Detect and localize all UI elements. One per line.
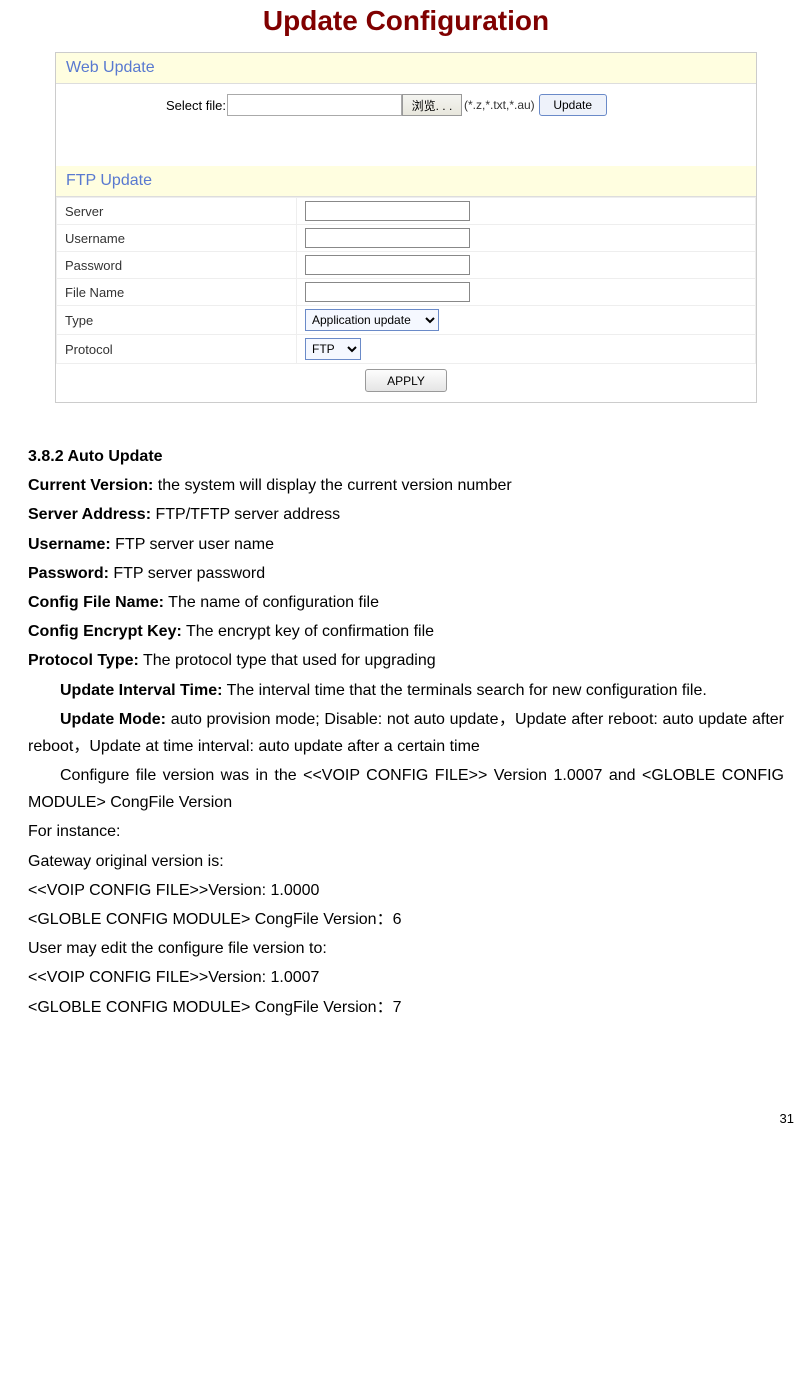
ftp-update-header: FTP Update: [56, 166, 756, 197]
voip-line-1: <<VOIP CONFIG FILE>>Version: 1.0000: [28, 877, 784, 904]
globle-line-1: <GLOBLE CONFIG MODULE> CongFile Version：…: [28, 906, 784, 933]
server-label: Server: [57, 198, 297, 225]
gateway-original-text: Gateway original version is:: [28, 848, 784, 875]
file-types-label: (*.z,*.txt,*.au): [464, 98, 535, 112]
protocol-type-label: Protocol Type:: [28, 652, 139, 669]
config-encrypt-key-label: Config Encrypt Key:: [28, 623, 182, 640]
protocol-label: Protocol: [57, 335, 297, 364]
select-file-label: Select file:: [166, 98, 226, 113]
server-input[interactable]: [305, 201, 470, 221]
ftp-update-table: Server Username Password File Name Type …: [56, 197, 756, 364]
update-mode-label: Update Mode:: [60, 711, 166, 728]
config-encrypt-key-text: The encrypt key of confirmation file: [182, 623, 434, 640]
doc-password-label: Password:: [28, 565, 109, 582]
filename-label: File Name: [57, 279, 297, 306]
update-interval-text: The interval time that the terminals sea…: [222, 682, 706, 699]
username-label: Username: [57, 225, 297, 252]
apply-button[interactable]: APPLY: [365, 369, 447, 392]
protocol-select[interactable]: FTP: [305, 338, 361, 360]
page-title: Update Configuration: [0, 5, 812, 37]
doc-username-label: Username:: [28, 536, 111, 553]
current-version-text: the system will display the current vers…: [153, 477, 511, 494]
filename-input[interactable]: [305, 282, 470, 302]
server-address-text: FTP/TFTP server address: [151, 506, 340, 523]
password-input[interactable]: [305, 255, 470, 275]
username-input[interactable]: [305, 228, 470, 248]
protocol-type-text: The protocol type that used for upgradin…: [139, 652, 436, 669]
config-file-name-text: The name of configuration file: [164, 594, 379, 611]
type-label: Type: [57, 306, 297, 335]
browse-button[interactable]: 浏览. . .: [402, 94, 462, 116]
doc-username-text: FTP server user name: [111, 536, 274, 553]
user-may-edit-text: User may edit the configure file version…: [28, 935, 784, 962]
update-interval-label: Update Interval Time:: [60, 682, 222, 699]
web-update-header: Web Update: [56, 53, 756, 84]
server-address-label: Server Address:: [28, 506, 151, 523]
page-number: 31: [0, 1111, 794, 1126]
update-button[interactable]: Update: [539, 94, 607, 116]
current-version-label: Current Version:: [28, 477, 153, 494]
config-panel: Web Update Select file: 浏览. . . (*.z,*.t…: [55, 52, 757, 403]
select-file-input[interactable]: [227, 94, 402, 116]
type-select[interactable]: Application update: [305, 309, 439, 331]
config-file-name-label: Config File Name:: [28, 594, 164, 611]
web-update-section: Select file: 浏览. . . (*.z,*.txt,*.au) Up…: [56, 84, 756, 166]
for-instance-text: For instance:: [28, 818, 784, 845]
document-body: 3.8.2 Auto Update Current Version: the s…: [28, 443, 784, 1021]
globle-line-2: <GLOBLE CONFIG MODULE> CongFile Version：…: [28, 994, 784, 1021]
voip-line-2: <<VOIP CONFIG FILE>>Version: 1.0007: [28, 964, 784, 991]
doc-password-text: FTP server password: [109, 565, 265, 582]
section-heading: 3.8.2 Auto Update: [28, 443, 784, 470]
password-label: Password: [57, 252, 297, 279]
config-file-version-text: Configure file version was in the <<VOIP…: [28, 762, 784, 816]
